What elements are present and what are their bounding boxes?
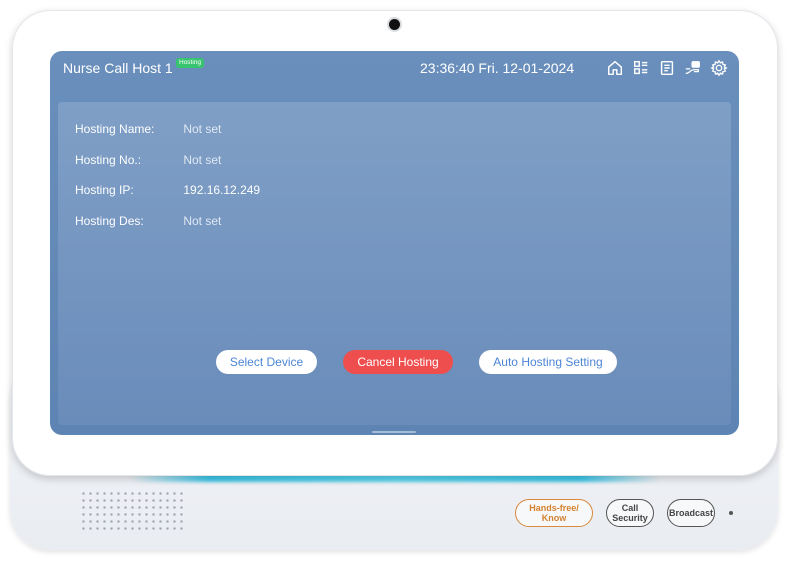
hosting-des-label: Hosting Des:: [75, 214, 144, 228]
hosting-name-label: Hosting Name:: [75, 122, 155, 136]
hosting-no-value: Not set: [183, 153, 222, 167]
call-security-button[interactable]: Call Security: [606, 499, 654, 527]
list-icon[interactable]: [631, 58, 651, 78]
notes-icon[interactable]: [657, 58, 677, 78]
hosting-ip-label: Hosting IP:: [75, 183, 134, 197]
touch-screen: Nurse Call Host 1 Hosting 23:36:40 Fri. …: [50, 51, 739, 435]
date-time: 23:36:40 Fri. 12-01-2024: [420, 60, 575, 76]
settings-icon[interactable]: [709, 58, 729, 78]
hosting-ip-row: Hosting IP: 192.16.12.249: [75, 183, 260, 197]
hosting-name-value: Not set: [183, 122, 222, 136]
select-device-button[interactable]: Select Device: [216, 350, 317, 374]
home-indicator: [372, 431, 416, 433]
hosting-des-value: Not set: [183, 214, 222, 228]
hosting-status-badge: Hosting: [176, 58, 205, 68]
device-title: Nurse Call Host 1: [63, 60, 173, 76]
camera-icon: [389, 19, 400, 30]
broadcast-button[interactable]: Broadcast: [667, 499, 715, 527]
home-icon[interactable]: [605, 58, 625, 78]
hosting-ip-value: 192.16.12.249: [183, 183, 261, 197]
hosting-info-panel: Hosting Name: Not set Hosting No.: Not s…: [58, 102, 731, 425]
hosting-no-row: Hosting No.: Not set: [75, 153, 221, 167]
hosting-no-label: Hosting No.:: [75, 153, 142, 167]
hosting-icon[interactable]: [683, 58, 703, 78]
cancel-hosting-button[interactable]: Cancel Hosting: [343, 350, 453, 374]
speaker-grille: [80, 490, 184, 534]
microphone-icon: [729, 511, 733, 515]
hosting-name-row: Hosting Name: Not set: [75, 122, 221, 136]
hands-free-button[interactable]: Hands-free/ Know: [515, 499, 593, 527]
auto-hosting-setting-button[interactable]: Auto Hosting Setting: [479, 350, 617, 374]
status-bar: Nurse Call Host 1 Hosting 23:36:40 Fri. …: [50, 51, 739, 89]
hosting-des-row: Hosting Des: Not set: [75, 214, 221, 228]
